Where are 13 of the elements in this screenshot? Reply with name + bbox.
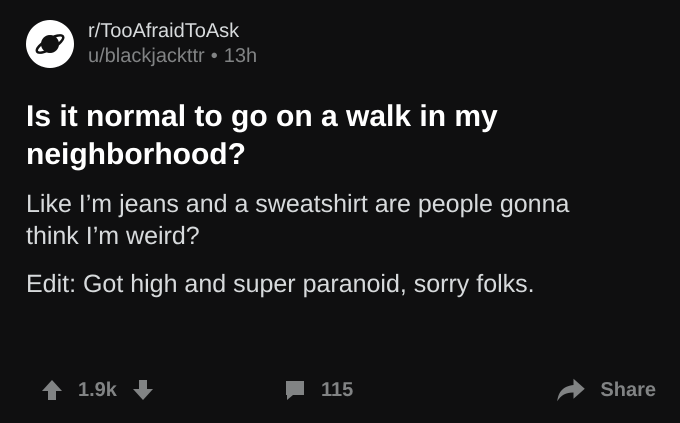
separator-dot: • — [210, 45, 218, 68]
subreddit-link[interactable]: r/TooAfraidToAsk — [88, 20, 258, 43]
vote-count: 1.9k — [78, 378, 117, 402]
post-title: Is it normal to go on a walk in my neighborhood? — [26, 99, 499, 173]
post-text: Like I’m jeans and a sweatshirt are people gonna think I’m weird? — [26, 189, 570, 252]
share-button[interactable]: Share — [556, 375, 656, 405]
downvote-icon[interactable] — [130, 378, 155, 402]
avatar-icon — [26, 20, 74, 68]
author-link[interactable]: u/blackjackttr — [88, 45, 205, 68]
post-text: Edit: Got high and super paranoid, sorry folks. — [26, 269, 536, 300]
upvote-icon[interactable] — [40, 378, 64, 402]
post-age: 13h — [224, 45, 258, 68]
comment-count: 115 — [320, 378, 354, 402]
